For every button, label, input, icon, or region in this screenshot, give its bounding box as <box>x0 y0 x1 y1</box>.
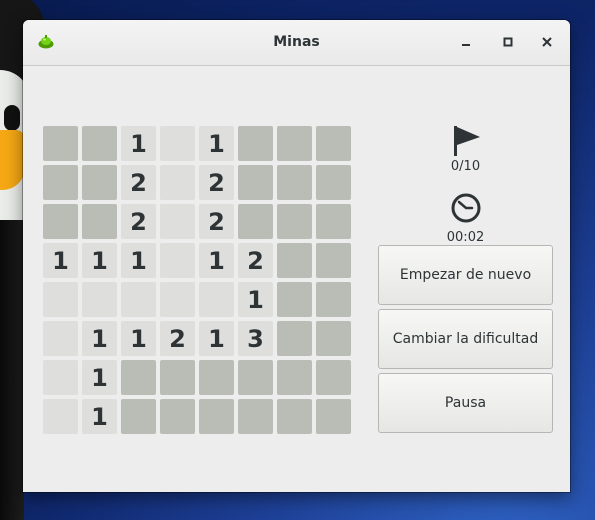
number-cell: 1 <box>82 321 117 356</box>
number-cell: 1 <box>82 243 117 278</box>
covered-cell[interactable] <box>277 204 312 239</box>
covered-cell[interactable] <box>316 243 351 278</box>
empty-cell <box>160 243 195 278</box>
covered-cell[interactable] <box>277 360 312 395</box>
number-cell: 1 <box>121 321 156 356</box>
clock-icon <box>451 193 481 223</box>
covered-cell[interactable] <box>121 360 156 395</box>
change-difficulty-button[interactable]: Cambiar la dificultad <box>378 309 553 369</box>
covered-cell[interactable] <box>82 126 117 161</box>
covered-cell[interactable] <box>316 321 351 356</box>
empty-cell <box>121 282 156 317</box>
pause-button[interactable]: Pausa <box>378 373 553 433</box>
empty-cell <box>199 282 234 317</box>
number-cell: 3 <box>238 321 273 356</box>
empty-cell <box>160 204 195 239</box>
covered-cell[interactable] <box>160 360 195 395</box>
close-button[interactable] <box>536 31 558 53</box>
empty-cell <box>43 399 78 434</box>
covered-cell[interactable] <box>277 321 312 356</box>
covered-cell[interactable] <box>43 126 78 161</box>
covered-cell[interactable] <box>316 126 351 161</box>
covered-cell[interactable] <box>238 399 273 434</box>
covered-cell[interactable] <box>277 165 312 200</box>
covered-cell[interactable] <box>316 282 351 317</box>
covered-cell[interactable] <box>316 360 351 395</box>
flag-counter: 0/10 <box>450 159 481 174</box>
minimize-button[interactable] <box>455 31 477 53</box>
covered-cell[interactable] <box>82 165 117 200</box>
covered-cell[interactable] <box>82 204 117 239</box>
covered-cell[interactable] <box>238 126 273 161</box>
mines-window: Minas 1122221111211121311 0/10 00:02 Emp… <box>23 20 570 492</box>
covered-cell[interactable] <box>316 165 351 200</box>
number-cell: 2 <box>199 204 234 239</box>
minimize-icon <box>462 44 470 46</box>
empty-cell <box>43 321 78 356</box>
covered-cell[interactable] <box>277 126 312 161</box>
number-cell: 2 <box>121 165 156 200</box>
covered-cell[interactable] <box>238 204 273 239</box>
number-cell: 1 <box>199 321 234 356</box>
covered-cell[interactable] <box>277 243 312 278</box>
close-icon <box>542 37 552 47</box>
empty-cell <box>160 165 195 200</box>
desktop-background: Minas 1122221111211121311 0/10 00:02 Emp… <box>0 0 595 520</box>
titlebar[interactable]: Minas <box>23 20 570 66</box>
covered-cell[interactable] <box>277 399 312 434</box>
empty-cell <box>82 282 117 317</box>
wallpaper-penguin-side <box>0 220 24 520</box>
covered-cell[interactable] <box>160 399 195 434</box>
new-game-button[interactable]: Empezar de nuevo <box>378 245 553 305</box>
number-cell: 1 <box>43 243 78 278</box>
number-cell: 2 <box>121 204 156 239</box>
covered-cell[interactable] <box>43 165 78 200</box>
covered-cell[interactable] <box>277 282 312 317</box>
flag-icon <box>454 126 480 156</box>
covered-cell[interactable] <box>43 204 78 239</box>
covered-cell[interactable] <box>316 399 351 434</box>
number-cell: 2 <box>199 165 234 200</box>
number-cell: 1 <box>199 126 234 161</box>
elapsed-time: 00:02 <box>446 230 485 245</box>
number-cell: 1 <box>121 243 156 278</box>
number-cell: 1 <box>121 126 156 161</box>
covered-cell[interactable] <box>199 399 234 434</box>
minefield-grid: 1122221111211121311 <box>43 126 353 434</box>
maximize-button[interactable] <box>497 31 519 53</box>
window-title: Minas <box>273 34 320 50</box>
wallpaper-penguin-eye <box>4 105 20 131</box>
number-cell: 1 <box>238 282 273 317</box>
maximize-icon <box>503 37 513 47</box>
covered-cell[interactable] <box>238 165 273 200</box>
empty-cell <box>160 282 195 317</box>
number-cell: 1 <box>82 399 117 434</box>
covered-cell[interactable] <box>199 360 234 395</box>
number-cell: 2 <box>160 321 195 356</box>
covered-cell[interactable] <box>238 360 273 395</box>
number-cell: 1 <box>199 243 234 278</box>
empty-cell <box>43 360 78 395</box>
number-cell: 2 <box>238 243 273 278</box>
covered-cell[interactable] <box>121 399 156 434</box>
number-cell: 1 <box>82 360 117 395</box>
empty-cell <box>160 126 195 161</box>
empty-cell <box>43 282 78 317</box>
covered-cell[interactable] <box>316 204 351 239</box>
